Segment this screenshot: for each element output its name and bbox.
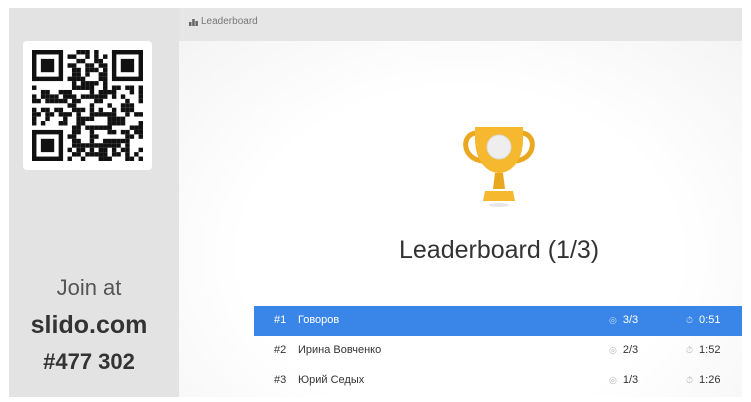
page-title: Leaderboard (1/3) bbox=[399, 236, 600, 264]
rank-label: #3 bbox=[274, 374, 287, 386]
score-cell: ◎ 2/3 bbox=[609, 344, 638, 356]
presentation-screen: Join at slido.com #477 302 Leaderboard L… bbox=[9, 8, 742, 397]
leaderboard-icon bbox=[189, 18, 198, 26]
score-cell: ◎ 3/3 bbox=[609, 314, 638, 326]
rank-label: #2 bbox=[274, 344, 287, 356]
time-value: 0:51 bbox=[699, 314, 721, 326]
score-cell: ◎ 1/3 bbox=[609, 374, 638, 386]
table-row: #3 Юрий Седых ◎ 1/3 ⏱ 1:26 bbox=[254, 366, 742, 396]
time-cell: ⏱ 1:52 bbox=[686, 344, 720, 356]
join-label: Join at bbox=[56, 275, 122, 300]
qr-code bbox=[23, 41, 152, 170]
participant-name: Ирина Вовченко bbox=[298, 344, 382, 356]
time-cell: ⏱ 0:51 bbox=[686, 314, 720, 326]
join-sidebar: Join at slido.com #477 302 bbox=[9, 8, 179, 397]
join-site: slido.com bbox=[30, 311, 148, 339]
table-row: #1 Говоров ◎ 3/3 ⏱ 0:51 bbox=[254, 306, 742, 336]
rank-label: #1 bbox=[274, 314, 287, 326]
score-value: 1/3 bbox=[622, 374, 639, 386]
top-bar: Leaderboard bbox=[179, 8, 742, 41]
check-circle-icon: ◎ bbox=[609, 374, 617, 385]
participant-name: Говоров bbox=[298, 314, 340, 326]
check-circle-icon: ◎ bbox=[609, 344, 617, 355]
qr-code-image bbox=[32, 50, 143, 161]
stopwatch-icon: ⏱ bbox=[686, 314, 694, 325]
score-value: 3/3 bbox=[622, 314, 639, 326]
check-circle-icon: ◎ bbox=[609, 314, 617, 325]
trophy-icon bbox=[463, 127, 535, 207]
breadcrumb: Leaderboard bbox=[189, 16, 258, 27]
time-value: 1:52 bbox=[699, 344, 721, 356]
window-frame: Join at slido.com #477 302 Leaderboard L… bbox=[0, 0, 751, 402]
score-value: 2/3 bbox=[622, 344, 639, 356]
participant-name: Юрий Седых bbox=[298, 374, 365, 386]
leaderboard-table: #1 Говоров ◎ 3/3 ⏱ 0:51 #2 Ирина Вовченко … bbox=[254, 306, 742, 396]
table-row: #2 Ирина Вовченко ◎ 2/3 ⏱ 1:52 bbox=[254, 336, 742, 366]
stopwatch-icon: ⏱ bbox=[686, 374, 694, 385]
event-code: #477 302 bbox=[43, 349, 135, 374]
time-cell: ⏱ 1:26 bbox=[686, 374, 720, 386]
breadcrumb-label: Leaderboard bbox=[201, 16, 258, 27]
stopwatch-icon: ⏱ bbox=[686, 344, 694, 355]
time-value: 1:26 bbox=[699, 374, 721, 386]
